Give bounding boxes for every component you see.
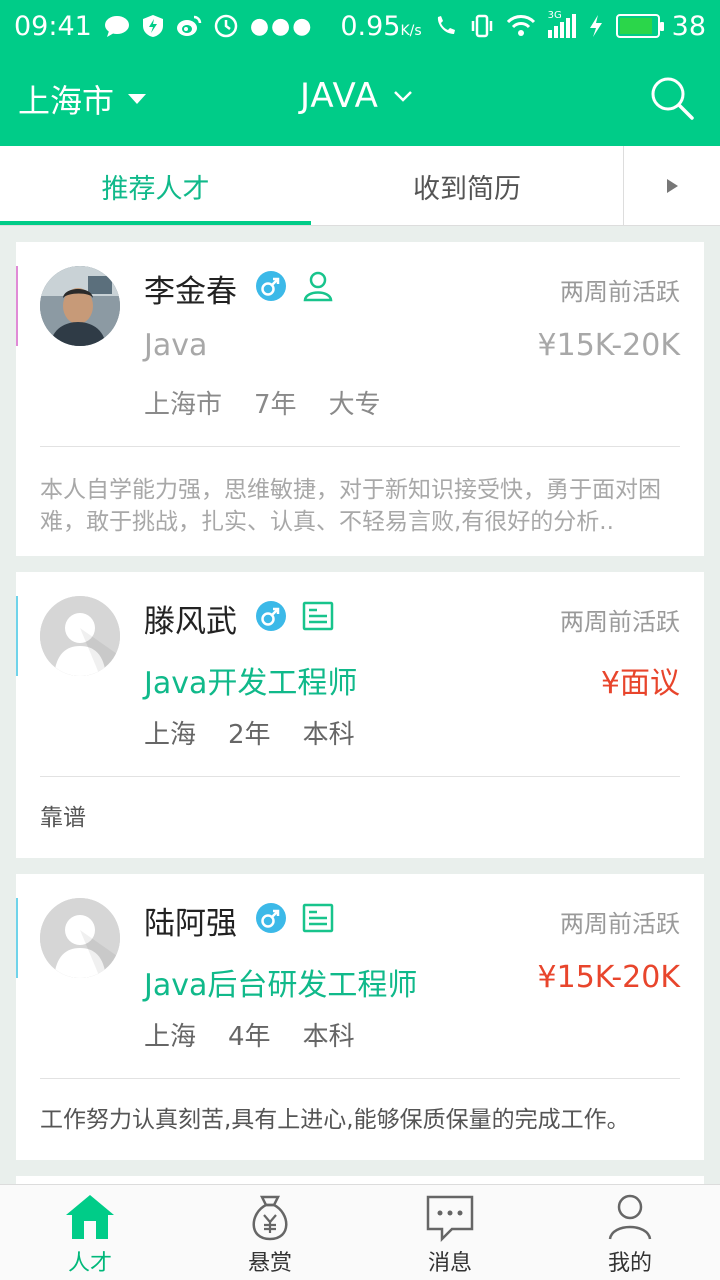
salary: ¥面议 (600, 666, 680, 701)
city: 上海市 (144, 390, 223, 420)
chevron-down-icon (393, 91, 412, 102)
education: 大专 (328, 390, 381, 420)
active-time: 两周前活跃 (560, 910, 680, 938)
city: 上海 (144, 1022, 197, 1052)
candidate-card[interactable]: 陆阿强 两周前活跃 Java后台研发工程师 ¥15K-20K 上海 4年 本科 … (16, 874, 704, 1160)
status-time: 09:41 (14, 10, 92, 42)
keyword-label: JAVA (300, 76, 379, 116)
nav-talent[interactable]: 人才 (0, 1185, 180, 1280)
nav-me[interactable]: 我的 (540, 1185, 720, 1280)
resume-icon (302, 903, 334, 933)
vibrate-icon (471, 14, 492, 38)
salary: ¥15K-20K (537, 960, 680, 995)
battery-icon (615, 14, 664, 38)
male-icon (256, 271, 286, 301)
city: 上海 (144, 720, 197, 750)
bottom-navigation: 人才 悬赏 消息 我的 (0, 1184, 720, 1280)
signal-icon: 3G (547, 10, 576, 38)
candidate-name: 李金春 (144, 274, 237, 310)
candidate-card[interactable]: 李金春 两周前活跃 Java ¥15K-20K 上海市 7年 大专 本人自学能力… (16, 242, 704, 556)
tab-more-button[interactable] (623, 146, 720, 226)
play-triangle-icon (666, 179, 678, 193)
search-icon[interactable] (650, 76, 694, 120)
candidate-meta: 上海 2年 本科 (144, 714, 355, 751)
more-notifications-icon: ●●● (249, 13, 314, 39)
avatar[interactable] (40, 266, 120, 346)
candidate-name: 滕风武 (144, 604, 237, 640)
education: 本科 (302, 720, 355, 750)
candidate-summary: 本人自学能力强，思维敏捷，对于新知识接受快，勇于面对困难，敢于挑战，扎实、认真、… (40, 477, 661, 535)
weibo-icon (176, 15, 202, 36)
job-title: Java (144, 328, 208, 363)
money-bag-icon (252, 1195, 288, 1241)
call-icon (437, 16, 455, 34)
divider (40, 776, 680, 777)
app-header: 上海市 JAVA (0, 52, 720, 146)
charging-icon (589, 15, 602, 37)
divider (40, 446, 680, 447)
nav-messages[interactable]: 消息 (360, 1185, 540, 1280)
card-accent-bar (16, 266, 18, 346)
clock-icon (214, 14, 238, 38)
keyword-selector[interactable]: JAVA (300, 76, 413, 116)
salary: ¥15K-20K (537, 328, 680, 363)
job-title: Java开发工程师 (144, 666, 358, 701)
candidate-card[interactable]: 滕风武 两周前活跃 Java开发工程师 ¥面议 上海 2年 本科 靠谱 (16, 572, 704, 858)
tab-received-resumes[interactable]: 收到简历 (311, 146, 623, 226)
candidate-meta: 上海市 7年 大专 (144, 384, 381, 421)
candidate-meta: 上海 4年 本科 (144, 1016, 355, 1053)
battery-level: 38 (671, 10, 706, 42)
avatar[interactable] (40, 898, 120, 978)
experience: 7年 (254, 390, 297, 420)
experience: 2年 (228, 720, 271, 750)
wifi-icon (506, 15, 535, 36)
default-avatar-icon (40, 898, 120, 978)
experience: 4年 (228, 1022, 271, 1052)
job-title: Java后台研发工程师 (144, 968, 418, 1003)
male-icon (256, 601, 286, 631)
city-selector[interactable]: 上海市 (18, 76, 147, 122)
network-speed: 0.95K/s (340, 10, 422, 42)
candidate-summary: 靠谱 (40, 805, 86, 831)
city-label: 上海市 (18, 82, 115, 120)
resume-icon (302, 601, 334, 631)
tab-recommended-talent[interactable]: 推荐人才 (0, 146, 311, 226)
status-bar: 09:41 ●●● 0.95K/s 3G 38 (0, 0, 720, 52)
education: 本科 (302, 1022, 355, 1052)
nav-bounty[interactable]: 悬赏 (180, 1185, 360, 1280)
card-accent-bar (16, 596, 18, 676)
divider (40, 1078, 680, 1079)
shield-bolt-icon (142, 15, 163, 37)
active-time: 两周前活跃 (560, 608, 680, 636)
candidate-name: 陆阿强 (144, 906, 237, 942)
tab-bar: 推荐人才 收到简历 (0, 146, 720, 226)
person-icon (303, 271, 333, 302)
dropdown-triangle-icon (128, 94, 147, 104)
card-accent-bar (16, 898, 18, 978)
candidate-summary: 工作努力认真刻苦,具有上进心,能够保质保量的完成工作。 (40, 1107, 630, 1133)
default-avatar-icon (40, 596, 120, 676)
candidate-card[interactable] (16, 1176, 704, 1184)
chat-bubble-icon (104, 16, 129, 37)
home-icon (66, 1195, 114, 1239)
avatar[interactable] (40, 596, 120, 676)
message-icon (426, 1195, 474, 1243)
male-icon (256, 903, 286, 933)
profile-icon (608, 1194, 652, 1240)
active-tab-indicator (0, 221, 311, 225)
photo-avatar-image (40, 266, 120, 346)
active-time: 两周前活跃 (560, 278, 680, 306)
